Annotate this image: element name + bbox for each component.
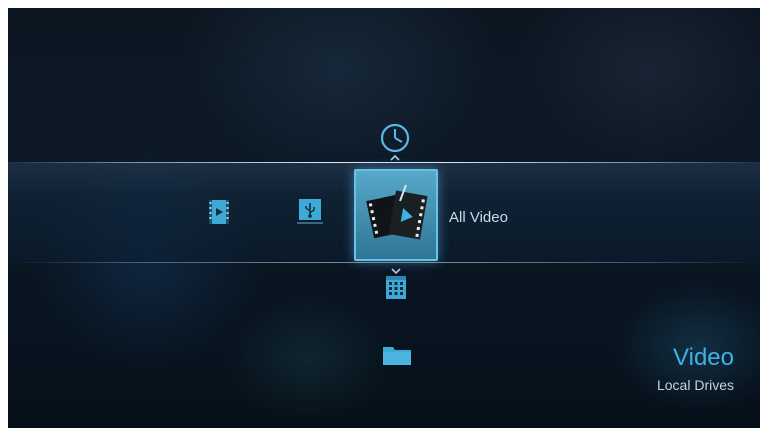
clock-icon[interactable]	[380, 122, 410, 171]
media-browser-screen: All Video Video Local Drives	[8, 8, 760, 428]
video-file-icon[interactable]	[208, 199, 230, 230]
usb-icon[interactable]	[297, 198, 323, 231]
folder-icon[interactable]	[382, 344, 412, 371]
film-clips-icon	[366, 184, 428, 240]
section-title: Video	[673, 344, 734, 371]
section-subtitle: Local Drives	[656, 377, 734, 393]
selected-item-label: All Video	[449, 209, 508, 226]
calendar-icon[interactable]	[384, 267, 408, 306]
all-video-tile[interactable]	[354, 169, 438, 261]
band-bottom-line	[8, 262, 760, 263]
